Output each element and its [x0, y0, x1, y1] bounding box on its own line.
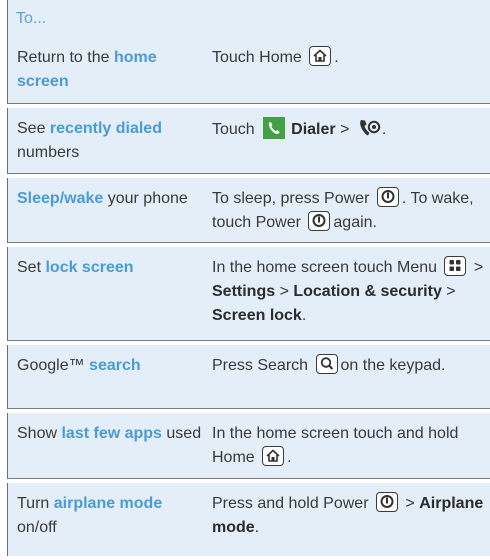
task-text: Turn [17, 495, 54, 512]
task-cell: Set lock screen [8, 247, 204, 340]
task-cell: Turn airplane mode on/off [8, 483, 204, 556]
action-separator: > [335, 121, 354, 138]
table-row: Return to the home screen Touch Home . [7, 37, 490, 104]
action-text: In the home screen touch and hold Home [212, 425, 459, 466]
task-text: Set [17, 259, 46, 276]
task-text: Google™ [17, 357, 90, 374]
recent-calls-icon [358, 117, 382, 139]
table-row: Set lock screen In the home screen touch… [7, 247, 490, 341]
task-text: numbers [17, 144, 80, 161]
action-cell: Press Search on the keypad. [204, 345, 490, 408]
action-text: . [254, 519, 260, 536]
dialer-label: Dialer [291, 121, 336, 138]
table-row: Show last few apps used In the home scre… [7, 413, 490, 479]
task-keyword: last few apps [61, 425, 162, 442]
task-cell: Google™ search [8, 345, 204, 408]
power-key-icon [375, 492, 398, 512]
menu-path-item: Location & security [293, 283, 442, 300]
action-cell: Touch Home . [204, 37, 490, 103]
action-text: Touch [212, 121, 255, 138]
task-text: on/off [17, 519, 57, 536]
action-separator: > [441, 283, 456, 300]
search-key-icon [315, 354, 338, 374]
action-text: . [301, 307, 307, 324]
action-text: Press and hold Power [212, 495, 369, 512]
task-cell: Show last few apps used [8, 413, 204, 478]
action-cell: To sleep, press Power . To wake, touch P… [204, 178, 490, 242]
action-cell: Touch Dialer > . [204, 108, 490, 173]
task-cell: See recently dialed numbers [8, 108, 204, 173]
home-key-icon [262, 446, 285, 466]
action-cell: In the home screen touch and hold Home . [204, 413, 490, 478]
task-text: your phone [103, 190, 188, 207]
task-text: used [161, 425, 202, 442]
menu-path-item: Settings [212, 283, 276, 300]
action-separator: > [400, 495, 420, 512]
menu-path-item: Screen lock [212, 307, 302, 324]
action-text: . [287, 449, 292, 466]
shortcut-table: To... Return to the home screen Touch Ho… [7, 0, 490, 560]
task-text: See [17, 120, 50, 137]
action-text: on the keypad. [340, 357, 446, 374]
action-cell: Press and hold Power > Airplane mode. [204, 483, 490, 556]
home-key-icon [309, 46, 332, 66]
table-header: To... [7, 0, 490, 37]
task-cell: Return to the home screen [8, 37, 204, 103]
action-text: Touch Home [212, 49, 302, 66]
task-keyword: airplane mode [53, 495, 163, 512]
table-row: Sleep/wake your phone To sleep, press Po… [7, 178, 490, 243]
action-text: again. [333, 214, 377, 231]
action-cell: In the home screen touch Menu > Settings… [204, 247, 490, 340]
action-separator: > [275, 283, 294, 300]
table-row: See recently dialed numbers Touch Dialer… [7, 108, 490, 174]
task-text: Return to the [17, 49, 114, 66]
menu-key-icon [444, 256, 467, 276]
task-keyword: Sleep/wake [17, 190, 104, 207]
table-row: Turn airplane mode on/off Press and hold… [7, 483, 490, 556]
header-label: To... [16, 10, 47, 27]
action-text: Press Search [212, 357, 309, 374]
task-text: Show [17, 425, 62, 442]
task-keyword: recently dialed [49, 120, 162, 137]
dialer-icon [263, 117, 286, 139]
task-keyword: lock screen [45, 259, 134, 276]
task-cell: Sleep/wake your phone [8, 178, 204, 242]
power-key-icon [376, 187, 399, 207]
action-text: To sleep, press Power [212, 190, 370, 207]
action-text: . [381, 121, 387, 138]
task-keyword: search [89, 357, 141, 374]
action-separator: > [469, 259, 484, 276]
action-text: In the home screen touch Menu [212, 259, 438, 276]
table-row: Google™ search Press Search on the keypa… [7, 345, 490, 409]
action-text: . [334, 49, 339, 66]
power-key-icon [308, 211, 331, 231]
